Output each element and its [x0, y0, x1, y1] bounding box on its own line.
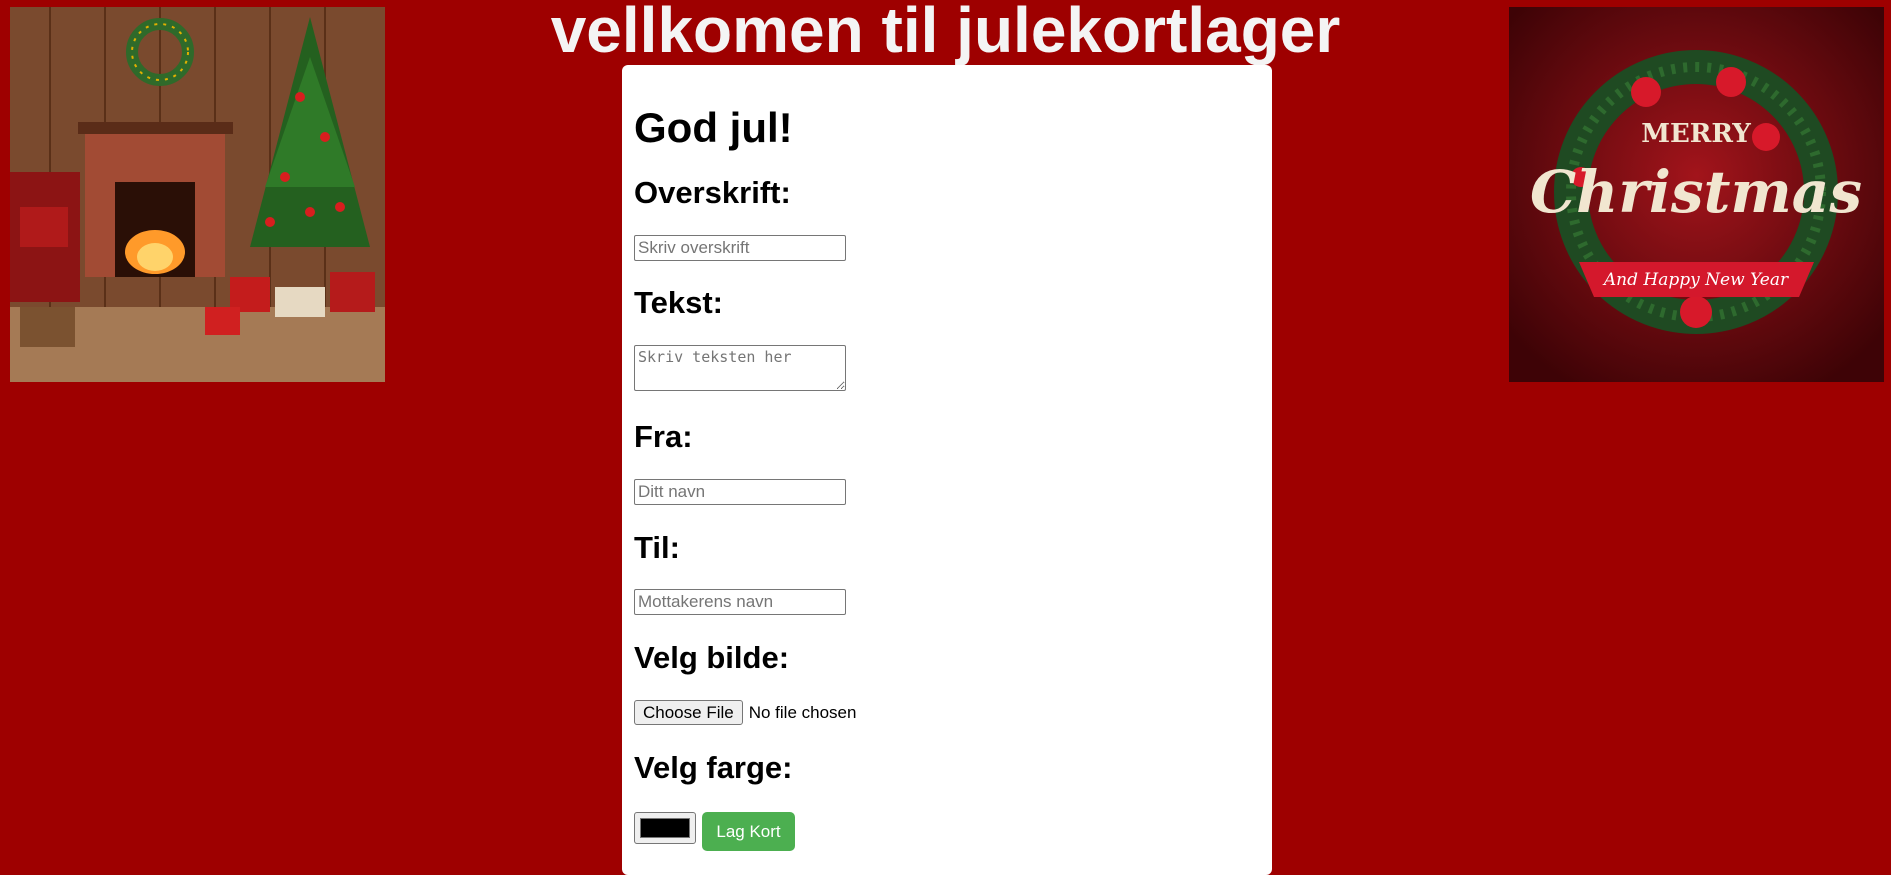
tekst-textarea[interactable]: [634, 345, 846, 391]
til-input[interactable]: [634, 589, 846, 615]
lag-kort-button[interactable]: Lag Kort: [702, 812, 795, 851]
wreath-text-christmas: Christmas: [1530, 158, 1862, 226]
overskrift-label: Overskrift:: [634, 175, 791, 210]
merry-christmas-wreath-image: MERRY Christmas And Happy New Year: [1509, 7, 1884, 382]
overskrift-input[interactable]: [634, 235, 846, 261]
card-heading: God jul!: [634, 104, 793, 151]
fra-input[interactable]: [634, 479, 846, 505]
file-picker: Choose File No file chosen: [634, 700, 856, 725]
choose-file-button[interactable]: Choose File: [634, 700, 743, 725]
color-picker[interactable]: [634, 812, 696, 844]
wreath-text-new-year: And Happy New Year: [1602, 270, 1789, 290]
wreath-text-merry: MERRY: [1641, 119, 1751, 149]
color-picker-swatch: [640, 818, 690, 838]
velg-farge-label: Velg farge:: [634, 750, 793, 785]
card-form: God jul! Overskrift: Tekst: Fra: Til: Ve…: [622, 65, 1272, 875]
tekst-label: Tekst:: [634, 285, 724, 320]
fireplace-christmas-image: [10, 7, 385, 382]
velg-bilde-label: Velg bilde:: [634, 640, 790, 675]
file-status-text: No file chosen: [748, 702, 857, 722]
fra-label: Fra:: [634, 419, 693, 454]
til-label: Til:: [634, 530, 680, 565]
